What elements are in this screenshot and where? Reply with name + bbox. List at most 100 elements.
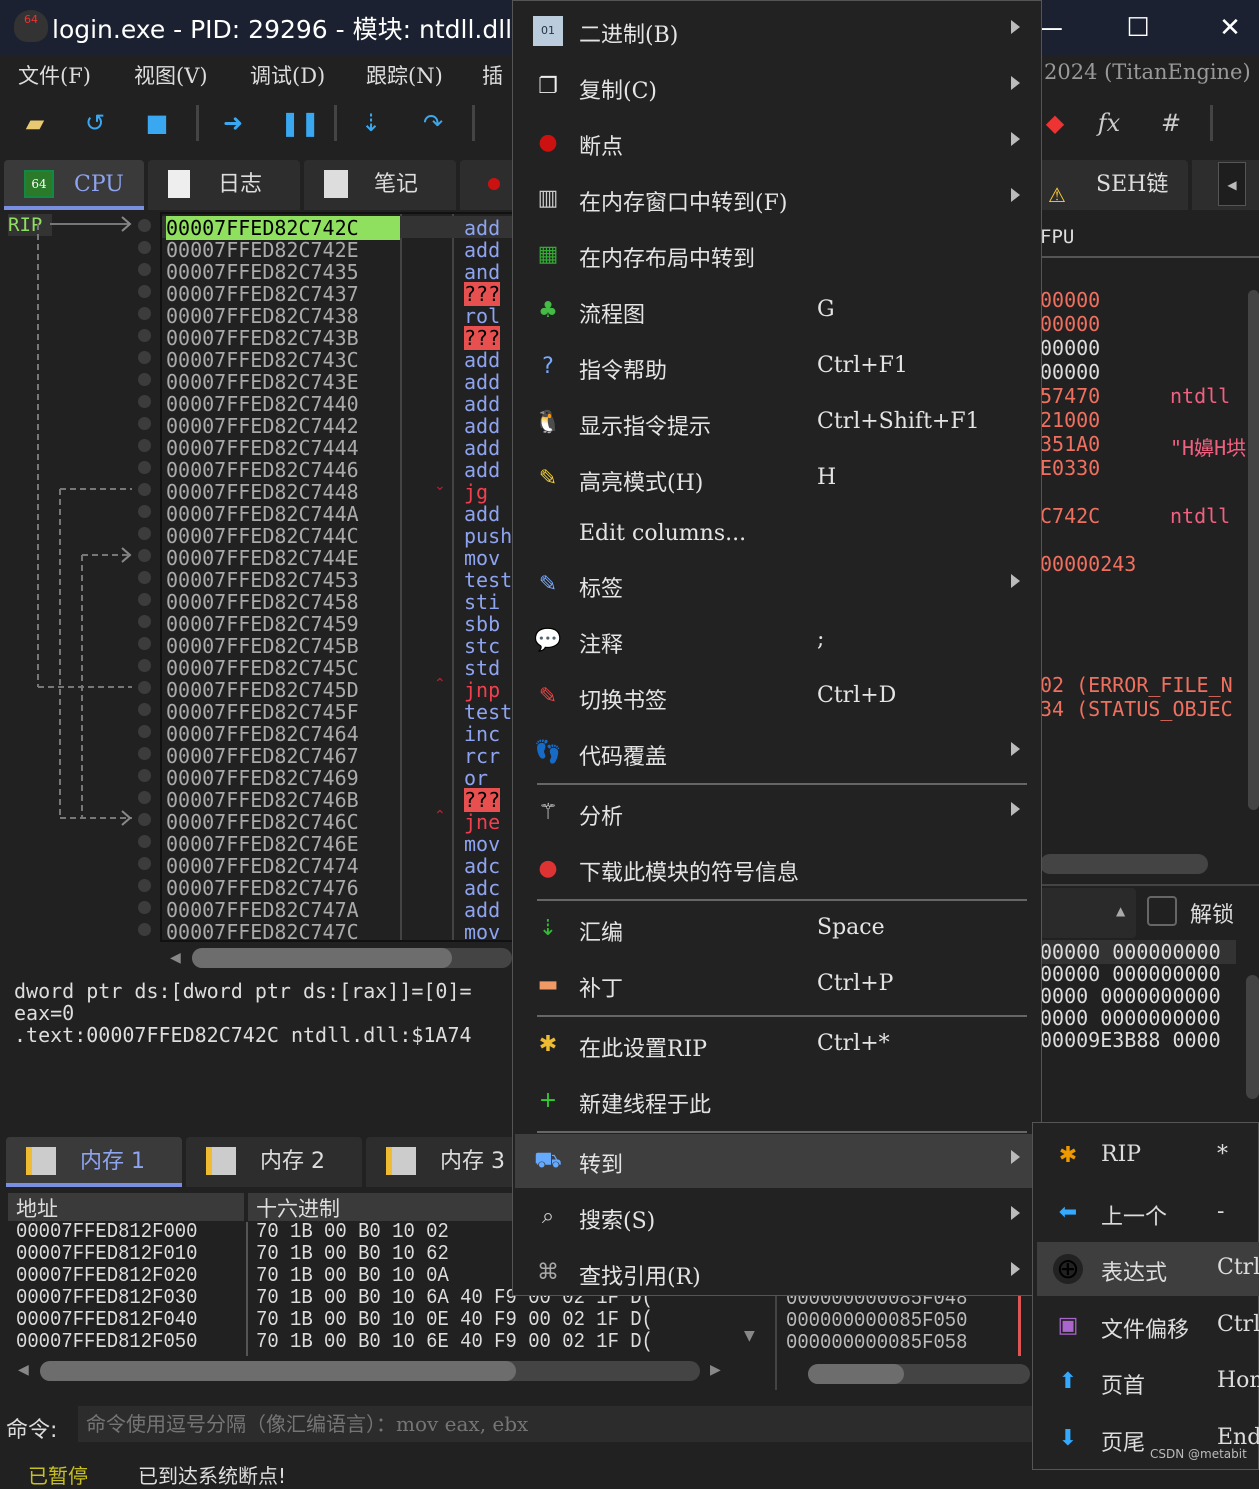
register-value[interactable]: 00000 [1040, 312, 1100, 336]
breakpoint-dot[interactable] [138, 747, 151, 760]
context-menu-item[interactable]: ❐ 复制(C) [515, 60, 1039, 114]
breakpoint-dot[interactable] [138, 923, 151, 936]
disasm-row[interactable]: 00007FFED82C744C push [162, 524, 513, 548]
stop-icon[interactable]: ■ [142, 108, 172, 138]
context-menu-item[interactable]: ▬ 补丁 Ctrl+P [515, 958, 1039, 1012]
tab-dump-1[interactable]: 内存 1 [6, 1137, 182, 1187]
breakpoint-dot[interactable] [138, 681, 151, 694]
tab-cpu[interactable]: 64 CPU [4, 160, 144, 210]
tab-log[interactable]: 日志 [148, 160, 300, 210]
disasm-row[interactable]: 00007FFED82C746E mov [162, 832, 513, 856]
breakpoint-dot[interactable] [138, 857, 151, 870]
dump-hex[interactable]: 70 1B 00 B0 10 6E 40 F9 00 02 1F D( [256, 1331, 724, 1354]
disasm-row[interactable]: 00007FFED82C745B stc [162, 634, 513, 658]
submenu-item[interactable]: ▣ 文件偏移 Ctrl [1037, 1299, 1259, 1353]
unlock-checkbox[interactable] [1147, 896, 1177, 926]
disasm-row[interactable]: 00007FFED82C7440 add [162, 392, 513, 416]
scroll-down-arrow-icon[interactable]: ▼ [744, 1328, 755, 1344]
register-value[interactable]: 00000 [1040, 288, 1100, 312]
context-menu-item[interactable]: ⌘ 查找引用(R) [515, 1246, 1039, 1300]
disasm-row[interactable]: 00007FFED82C744E mov [162, 546, 513, 570]
context-menu-item[interactable]: ♣ 流程图 G [515, 284, 1039, 338]
context-menu-item[interactable]: ✱ 在此设置RIP Ctrl+* [515, 1018, 1039, 1072]
hash-icon[interactable]: # [1156, 108, 1186, 138]
disasm-row[interactable]: 00007FFED82C745C std [162, 656, 513, 680]
breakpoint-dot[interactable] [138, 307, 151, 320]
register-value[interactable]: 21000 [1040, 408, 1100, 432]
disasm-row[interactable]: 00007FFED82C7474 adc [162, 854, 513, 878]
submenu-item[interactable]: ⬆ 页首 Home [1037, 1355, 1259, 1409]
disasm-row[interactable]: 00007FFED82C747C mov [162, 920, 513, 940]
register-value[interactable]: 00000243 [1040, 552, 1136, 576]
breakpoint-dot[interactable] [138, 615, 151, 628]
context-menu-item[interactable]: ⇣ 汇编 Space [515, 902, 1039, 956]
breakpoint-dot[interactable] [138, 725, 151, 738]
breakpoint-dot[interactable] [138, 241, 151, 254]
context-menu-item[interactable]: 🐧 显示指令提示 Ctrl+Shift+F1 [515, 396, 1039, 450]
breakpoint-dot[interactable] [138, 373, 151, 386]
submenu-item[interactable]: ⬅ 上一个 - [1037, 1186, 1259, 1240]
dump-horizontal-scrollbar[interactable] [40, 1361, 700, 1381]
pause-icon[interactable]: ❚❚ [280, 108, 320, 138]
context-menu-item[interactable]: ✎ 切换书签 Ctrl+D [515, 670, 1039, 724]
breakpoint-dot[interactable] [138, 263, 151, 276]
breakpoint-dot[interactable] [138, 219, 151, 232]
breakpoint-dot[interactable] [138, 549, 151, 562]
context-menu-item[interactable]: ▦ 在内存布局中转到 [515, 228, 1039, 282]
disasm-row[interactable]: 00007FFED82C746C jne [162, 810, 513, 834]
disasm-row[interactable]: 00007FFED82C7469 or [162, 766, 513, 790]
disasm-row[interactable]: 00007FFED82C7442 add [162, 414, 513, 438]
context-menu-item[interactable]: Edit columns... [515, 508, 1039, 562]
stack-horizontal-scrollbar[interactable] [808, 1364, 1030, 1384]
disasm-row[interactable]: 00007FFED82C743B??? [162, 326, 513, 350]
tab-seh-chain[interactable]: ⚠ SEH链 [1040, 160, 1188, 210]
breakpoint-dot[interactable] [138, 769, 151, 782]
step-into-icon[interactable]: ⇣ [356, 108, 386, 138]
disasm-row[interactable]: 00007FFED82C742E add [162, 238, 513, 262]
register-horizontal-scrollbar[interactable] [1040, 854, 1208, 874]
breakpoint-dot[interactable] [138, 703, 151, 716]
disasm-row[interactable]: 00007FFED82C7448 jg [162, 480, 513, 504]
submenu-item[interactable]: ⊕ 表达式 Ctrl [1037, 1242, 1259, 1296]
disasm-row[interactable]: 00007FFED82C744A add [162, 502, 513, 526]
disasm-row[interactable]: 00007FFED82C7437??? [162, 282, 513, 306]
disasm-row[interactable]: 00007FFED82C7459 sbb [162, 612, 513, 636]
context-menu-item[interactable]: ⛟ 转到 [515, 1134, 1039, 1188]
register-value[interactable]: 00000 [1040, 360, 1100, 384]
restart-icon[interactable]: ↺ [80, 108, 110, 138]
disasm-row[interactable]: 00007FFED82C745F test [162, 700, 513, 724]
breakpoint-dot[interactable] [138, 461, 151, 474]
breakpoint-dot[interactable] [138, 835, 151, 848]
breakpoint-dot[interactable] [138, 329, 151, 342]
breakpoint-dot[interactable] [138, 791, 151, 804]
context-menu-item[interactable]: 01 二进制(B) [515, 4, 1039, 58]
disasm-row[interactable]: 00007FFED82C7476 adc [162, 876, 513, 900]
tab-notes[interactable]: 笔记 [304, 160, 456, 210]
disasm-row[interactable]: 00007FFED82C7464 inc [162, 722, 513, 746]
scroll-right-arrow-icon[interactable]: ▶ [710, 1362, 721, 1378]
expression-fx-icon[interactable]: fx [1094, 108, 1124, 138]
submenu-item[interactable]: ✱ RIP * [1037, 1129, 1259, 1183]
breakpoint-dot[interactable] [138, 395, 151, 408]
breakpoint-dot[interactable] [138, 571, 151, 584]
stack-address[interactable]: 000000000085F050 [786, 1310, 967, 1333]
breakpoint-dot[interactable] [138, 505, 151, 518]
register-value[interactable]: 57470 [1040, 384, 1100, 408]
context-menu-item[interactable]: ⌕ 搜索(S) [515, 1190, 1039, 1244]
breakpoint-dot[interactable] [138, 813, 151, 826]
disasm-row[interactable]: 00007FFED82C746B??? [162, 788, 513, 812]
menu-debug[interactable]: 调试(D) [250, 60, 325, 90]
register-value[interactable]: E0330 [1040, 456, 1100, 480]
command-input[interactable] [78, 1406, 1038, 1442]
menu-file[interactable]: 文件(F) [18, 60, 91, 90]
scroll-left-arrow-icon[interactable]: ◀ [170, 950, 181, 966]
breakpoint-dot[interactable] [138, 351, 151, 364]
stack-address[interactable]: 000000000085F058 [786, 1332, 967, 1355]
breakpoint-dot[interactable] [138, 439, 151, 452]
disasm-row[interactable]: 00007FFED82C7444 add [162, 436, 513, 460]
dump-header-hex[interactable]: 十六进制 [248, 1193, 514, 1221]
run-icon[interactable]: ➜ [218, 108, 248, 138]
tab-dump-3[interactable]: 内存 3 [366, 1137, 516, 1187]
breakpoint-dot[interactable] [138, 879, 151, 892]
menu-view[interactable]: 视图(V) [134, 60, 208, 90]
